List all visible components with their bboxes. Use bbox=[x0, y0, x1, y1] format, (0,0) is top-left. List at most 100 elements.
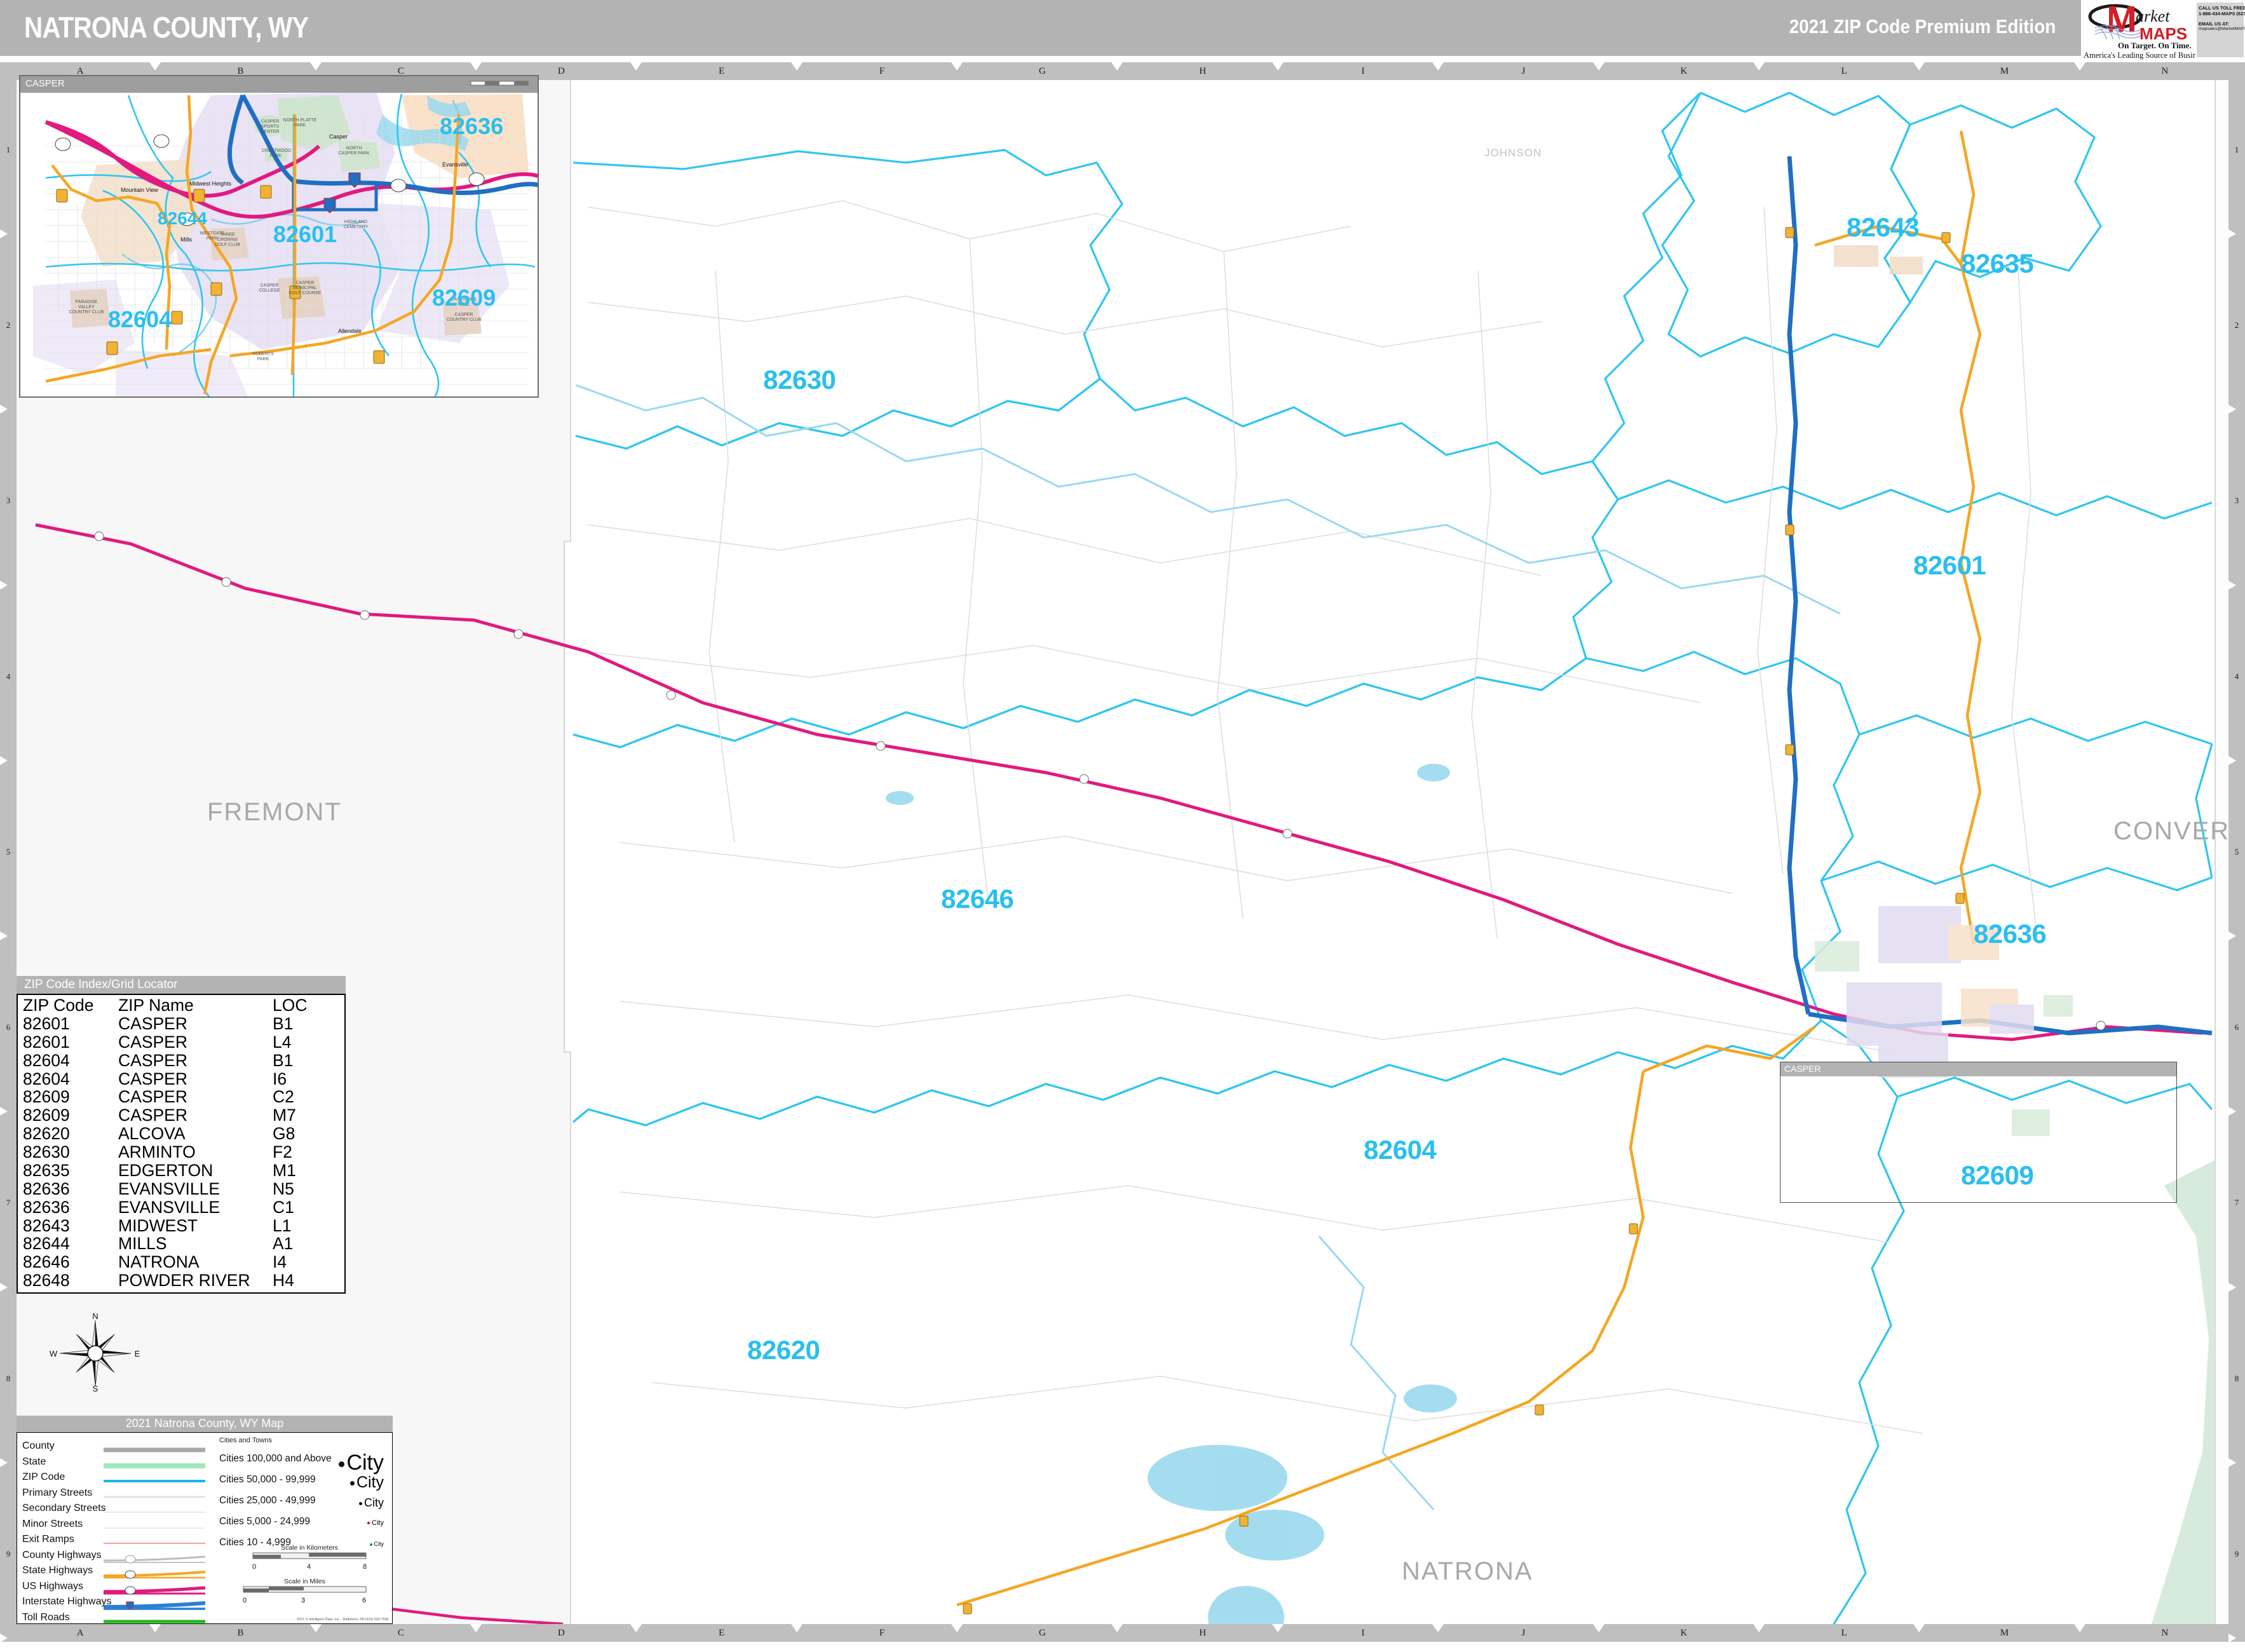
city-class-label: Cities 25,000 - 49,999 bbox=[219, 1495, 316, 1506]
legend-city-row: Cities 50,000 - 99,999 City bbox=[219, 1472, 388, 1491]
grid-col-K: K bbox=[1604, 62, 1765, 80]
inset-park-north-casper: NORTH CASPER PARK bbox=[338, 146, 370, 156]
compass-north-label: N bbox=[92, 1311, 98, 1321]
zip-index-row[interactable]: 82630 ARMINTO F2 bbox=[18, 1143, 344, 1161]
scale-km-tick-1: 4 bbox=[307, 1563, 311, 1571]
logo-tagline: On Target. On Time. bbox=[2118, 41, 2192, 50]
inset-park-highland-cemetery: HIGHLAND CEMETERY bbox=[343, 220, 369, 230]
scale-miles-title: Scale in Miles bbox=[284, 1578, 325, 1585]
inset-title: CASPER bbox=[20, 76, 538, 93]
grid-row-6: 6 bbox=[2228, 940, 2245, 1116]
legend-label: Toll Roads bbox=[22, 1611, 70, 1623]
zip-loc-cell: M1 bbox=[273, 1160, 296, 1180]
casper-locator-label: CASPER bbox=[1780, 1062, 2176, 1076]
map-legend: 2021 Natrona County, WY Map County State Z… bbox=[17, 1416, 393, 1624]
zip-index-row[interactable]: 82620 ALCOVA G8 bbox=[18, 1125, 344, 1143]
scale-miles-ticks: 0 3 6 bbox=[243, 1597, 367, 1606]
city-dot-icon bbox=[349, 1480, 355, 1486]
zip-loc-cell: I4 bbox=[273, 1252, 287, 1272]
grid-col-F: F bbox=[802, 1624, 963, 1642]
zip-index-row[interactable]: 82604 CASPER I6 bbox=[18, 1069, 344, 1088]
zip-index-row[interactable]: 82636 EVANSVILLE N5 bbox=[18, 1179, 344, 1198]
zip-index-row[interactable]: 82601 CASPER B1 bbox=[18, 1013, 344, 1033]
zip-name-cell: ARMINTO bbox=[118, 1142, 196, 1161]
inset-zip-82604: 82604 bbox=[108, 306, 172, 332]
zip-code-cell: 82648 bbox=[23, 1271, 70, 1290]
legend-label: County bbox=[22, 1440, 55, 1451]
zip-label-82604: 82604 bbox=[1364, 1135, 1437, 1165]
grid-row-6: 6 bbox=[0, 940, 17, 1116]
zip-loc-cell: I6 bbox=[273, 1069, 287, 1088]
compass-east-label: E bbox=[135, 1349, 140, 1358]
inset-park-paradise-valley: PARADISE VALLEY COUNTRY CLUB bbox=[69, 300, 104, 315]
zip-loc-cell: B1 bbox=[273, 1013, 294, 1033]
contact-email: mapsales@MarketMAPS.com bbox=[2199, 26, 2245, 31]
grid-row-2: 2 bbox=[0, 238, 17, 414]
zip-code-cell: 82630 bbox=[23, 1142, 70, 1161]
zip-index-table[interactable]: ZIP Code ZIP Name LOC 82601 CASPER B1 82601… bbox=[17, 994, 346, 1294]
inset-park-sports-center: CASPER SPORTS CENTER bbox=[261, 119, 280, 135]
zip-name-cell: CASPER bbox=[118, 1032, 187, 1052]
zip-index-row[interactable]: 82646 NATRONA I4 bbox=[18, 1253, 344, 1271]
contact-call-label: CALL US TOLL FREE! bbox=[2199, 5, 2245, 11]
zip-index-row[interactable]: 82609 CASPER C2 bbox=[18, 1088, 344, 1106]
grid-row-4: 4 bbox=[2228, 589, 2245, 766]
zip-index-row[interactable]: 82609 CASPER M7 bbox=[18, 1106, 344, 1125]
zip-loc-cell: L1 bbox=[273, 1215, 292, 1235]
map-page: NATRONA COUNTY, WY 2021 ZIP Code Premium… bbox=[0, 0, 2245, 1652]
inset-park-casper-college: CASPER COLLEGE bbox=[259, 283, 280, 294]
zip-index-row[interactable]: 82648 POWDER RIVER H4 bbox=[18, 1271, 344, 1290]
grid-col-N: N bbox=[2085, 1624, 2245, 1642]
grid-row-7: 7 bbox=[0, 1115, 17, 1292]
zip-loc-cell: M7 bbox=[273, 1106, 296, 1125]
zip-code-cell: 82636 bbox=[23, 1197, 70, 1217]
casper-inset-map[interactable]: CASPER 82636 82601 82644 82609 82604 Cas… bbox=[19, 75, 539, 398]
city-dot-icon bbox=[367, 1522, 370, 1525]
city-sample: City bbox=[367, 1519, 384, 1527]
grid-row-9: 9 bbox=[0, 1466, 17, 1643]
scale-km-ticks: 0 4 8 bbox=[252, 1563, 367, 1572]
col-header-loc: LOC bbox=[273, 996, 308, 1015]
grid-row-9: 9 bbox=[2228, 1466, 2245, 1643]
zip-name-cell: MIDWEST bbox=[118, 1215, 198, 1235]
city-class-label: Cities 5,000 - 24,999 bbox=[219, 1516, 311, 1527]
legend-row-state-highways: State Highways bbox=[22, 1564, 207, 1580]
header-right-band: 2021 ZIP Code Premium Edition bbox=[1487, 0, 2081, 56]
legend-city-row: Cities 5,000 - 24,999 City bbox=[219, 1513, 388, 1533]
grid-row-7: 7 bbox=[2228, 1115, 2245, 1292]
county-label-natrona: NATRONA bbox=[1402, 1557, 1533, 1585]
grid-row-3: 3 bbox=[2228, 413, 2245, 590]
zip-index-row[interactable]: 82636 EVANSVILLE C1 bbox=[18, 1198, 344, 1217]
zip-loc-cell: L4 bbox=[273, 1032, 292, 1052]
legend-label: Secondary Streets bbox=[22, 1503, 106, 1513]
zip-index-row[interactable]: 82601 CASPER L4 bbox=[18, 1032, 344, 1052]
casper-locator-box: CASPER bbox=[1780, 1062, 2177, 1203]
grid-ruler-bottom: ABCDEFGHIJKLMN bbox=[0, 1624, 2245, 1642]
zip-name-cell: CASPER bbox=[118, 1106, 187, 1125]
inset-town-midwest-heights: Midwest Heights bbox=[189, 180, 232, 187]
grid-ruler-right: 123456789 bbox=[2228, 62, 2245, 1643]
zip-name-cell: CASPER bbox=[118, 1087, 187, 1107]
grid-row-2: 2 bbox=[2228, 238, 2245, 414]
marketmaps-logo: arket MAPS On Target. On Time. America's… bbox=[2081, 0, 2245, 62]
legend-row-minor-streets: Minor Streets bbox=[22, 1517, 207, 1534]
page-header: NATRONA COUNTY, WY bbox=[0, 0, 1487, 56]
zip-code-cell: 82635 bbox=[23, 1160, 70, 1180]
grid-col-L: L bbox=[1764, 62, 1925, 80]
inset-zip-82644: 82644 bbox=[158, 208, 207, 228]
legend-row-primary-streets: Primary Streets bbox=[22, 1486, 207, 1503]
zip-index-row[interactable]: 82643 MIDWEST L1 bbox=[18, 1215, 344, 1235]
grid-col-D: D bbox=[481, 1624, 642, 1642]
zip-label-82636: 82636 bbox=[1974, 919, 2047, 949]
inset-zip-82601: 82601 bbox=[273, 221, 337, 247]
county-label-johnson: JOHNSON bbox=[1484, 147, 1542, 159]
zip-index-header-row: ZIP Code ZIP Name LOC bbox=[18, 996, 344, 1015]
zip-index-row[interactable]: 82604 CASPER B1 bbox=[18, 1051, 344, 1070]
zip-index-row[interactable]: 82644 MILLS A1 bbox=[18, 1235, 344, 1253]
legend-row-exit-ramps: Exit Ramps bbox=[22, 1533, 207, 1549]
grid-row-4: 4 bbox=[0, 589, 17, 766]
grid-col-J: J bbox=[1443, 1624, 1604, 1642]
inset-park-north-platte: NORTH PLATTE PARK bbox=[283, 118, 317, 128]
zip-index-row[interactable]: 82635 EDGERTON M1 bbox=[18, 1161, 344, 1180]
zip-code-cell: 82609 bbox=[23, 1087, 70, 1107]
